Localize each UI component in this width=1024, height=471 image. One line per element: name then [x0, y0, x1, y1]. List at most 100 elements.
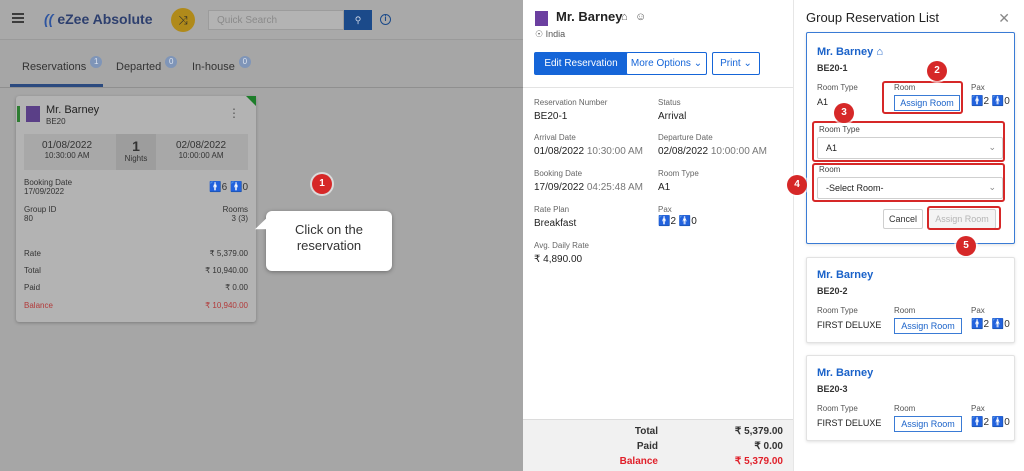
logo-mark-icon: ((: [44, 11, 54, 27]
departure: 02/08/2022 10:00:00 AM: [176, 140, 227, 160]
child-icon: 🚹: [991, 417, 1005, 428]
arrival-date: 01/08/2022 10:30:00 AM: [534, 146, 643, 157]
room-type: A1: [817, 97, 829, 107]
pax: 🚹2 🚹0: [971, 319, 1010, 330]
quick-search-input[interactable]: Quick Search: [208, 10, 344, 30]
group-row: Group ID 80 Rooms 3 (3): [24, 205, 248, 223]
balance-amount: ₹ 5,379.00: [734, 456, 783, 467]
arrival: 01/08/2022 10:30:00 AM: [42, 140, 93, 160]
active-tab-indicator: [10, 84, 103, 87]
chevron-down-icon: ⌄: [693, 58, 703, 69]
reservation-code: BE20-3: [817, 384, 848, 394]
close-icon[interactable]: ✕: [998, 10, 1010, 27]
step-badge-2: 2: [927, 61, 947, 81]
print-button[interactable]: Print ⌄: [712, 52, 760, 75]
guest-name[interactable]: Mr. Barney ⌂: [817, 46, 883, 58]
chevron-down-icon: ⌄: [743, 58, 752, 69]
group-reservation-panel: Group Reservation List ✕ Mr. Barney ⌂ BE…: [787, 0, 1024, 471]
rate-row: Rate ₹ 5,379.00: [24, 249, 248, 258]
location-pin-icon: ☉: [535, 29, 544, 39]
adult-icon: 🚹: [971, 96, 984, 107]
status-corner: [246, 96, 256, 106]
status-bar: [17, 106, 20, 122]
divider: [523, 87, 793, 88]
reservation-code: BE20: [46, 117, 66, 126]
menu-icon[interactable]: [12, 13, 24, 23]
room-type: FIRST DELUXE: [817, 320, 882, 330]
reservation-card[interactable]: Mr. Barney BE20 ⋮ 01/08/2022 10:30:00 AM …: [16, 96, 256, 322]
step-badge-4: 4: [787, 175, 807, 195]
child-icon: 🚹: [991, 96, 1005, 107]
status: Arrival: [658, 111, 687, 122]
guest-name: Mr. Barney: [556, 9, 623, 24]
reservation-code: BE20-2: [817, 286, 848, 296]
step-badge-5: 5: [956, 236, 976, 256]
guest-name: Mr. Barney: [46, 104, 100, 116]
kebab-menu-icon[interactable]: ⋮: [228, 106, 240, 120]
background-app: ((eZee Absolute ⤨ Quick Search ⚲ i Reser…: [0, 0, 523, 471]
guests-icon: ☺: [635, 11, 647, 23]
instruction-callout: Click on the reservation: [266, 211, 392, 271]
booking-row: Booking Date 17/09/2022 🚹6 🚹0: [24, 178, 248, 196]
highlight-room: [812, 163, 1005, 202]
reservation-tabs: Reservations 1 Departed 0 In-house 0: [0, 48, 523, 88]
assign-room-button[interactable]: Assign Room: [894, 318, 962, 334]
tab-departed[interactable]: Departed 0: [116, 56, 178, 74]
tab-count-badge: 0: [165, 56, 178, 68]
room-type: A1: [658, 182, 671, 193]
guest-name[interactable]: Mr. Barney: [817, 367, 873, 379]
panel-title: Group Reservation List: [806, 10, 939, 25]
child-icon: 🚹: [229, 182, 243, 193]
tab-reservations[interactable]: Reservations 1: [22, 56, 103, 74]
info-icon[interactable]: i: [380, 14, 391, 25]
more-options-button[interactable]: More Options ⌄: [626, 52, 707, 75]
tab-count-badge: 1: [90, 56, 103, 68]
rate-plan: Breakfast: [534, 218, 577, 229]
building-icon: [535, 11, 548, 26]
shuffle-icon[interactable]: ⤨: [171, 8, 195, 32]
avg-daily-rate: ₹ 4,890.00: [534, 254, 583, 265]
app-logo: ((eZee Absolute: [44, 11, 153, 27]
tab-in-house[interactable]: In-house 0: [192, 56, 251, 74]
nights: 1 Nights: [116, 134, 156, 170]
building-icon: [26, 106, 40, 122]
paid-row: Paid ₹ 0.00: [24, 283, 248, 292]
paid-amount: ₹ 0.00: [754, 441, 783, 452]
group-reservation-card[interactable]: Mr. Barney BE20-3 Room Type FIRST DELUXE…: [806, 355, 1015, 441]
highlight-assign-room: [882, 81, 963, 114]
app-name: eZee Absolute: [57, 11, 153, 27]
reservation-number: BE20-1: [534, 111, 568, 122]
child-icon: 🚹: [991, 319, 1005, 330]
guest-name[interactable]: Mr. Barney: [817, 269, 873, 281]
highlight-assign-submit: [927, 206, 1001, 230]
step-badge-1: 1: [312, 174, 332, 194]
room-type: FIRST DELUXE: [817, 418, 882, 428]
adult-icon: 🚹: [658, 216, 671, 227]
assign-room-button[interactable]: Assign Room: [894, 416, 962, 432]
cancel-button[interactable]: Cancel: [883, 209, 923, 229]
search-button[interactable]: ⚲: [344, 10, 372, 30]
pax: 🚹2 🚹0: [658, 216, 697, 227]
group-reservation-card[interactable]: Mr. Barney BE20-2 Room Type FIRST DELUXE…: [806, 257, 1015, 343]
search-icon: ⚲: [354, 15, 362, 25]
adult-icon: 🚹: [971, 417, 984, 428]
group-icon: ⌂: [621, 11, 628, 23]
booking-date: 17/09/2022 04:25:48 AM: [534, 182, 643, 193]
adult-icon: 🚹: [209, 182, 222, 193]
country: ☉ India: [535, 29, 566, 39]
adult-icon: 🚹: [971, 319, 984, 330]
edit-reservation-button[interactable]: Edit Reservation: [534, 52, 628, 75]
child-icon: 🚹: [678, 216, 692, 227]
totals-footer: Total ₹ 5,379.00 Paid ₹ 0.00 Balance ₹ 5…: [523, 419, 793, 471]
pax: 🚹6 🚹0: [209, 182, 248, 193]
reservation-code: BE20-1: [817, 63, 848, 73]
total-amount: ₹ 5,379.00: [734, 426, 783, 437]
top-bar: ((eZee Absolute ⤨ Quick Search ⚲ i: [0, 0, 523, 40]
departure-date: 02/08/2022 10:00:00 AM: [658, 146, 767, 157]
group-icon: ⌂: [876, 46, 883, 58]
tab-count-badge: 0: [238, 56, 251, 68]
balance-row: Balance ₹ 10,940.00: [24, 301, 248, 310]
total-row: Total ₹ 10,940.00: [24, 266, 248, 275]
pax: 🚹2 🚹0: [971, 96, 1010, 107]
pax: 🚹2 🚹0: [971, 417, 1010, 428]
